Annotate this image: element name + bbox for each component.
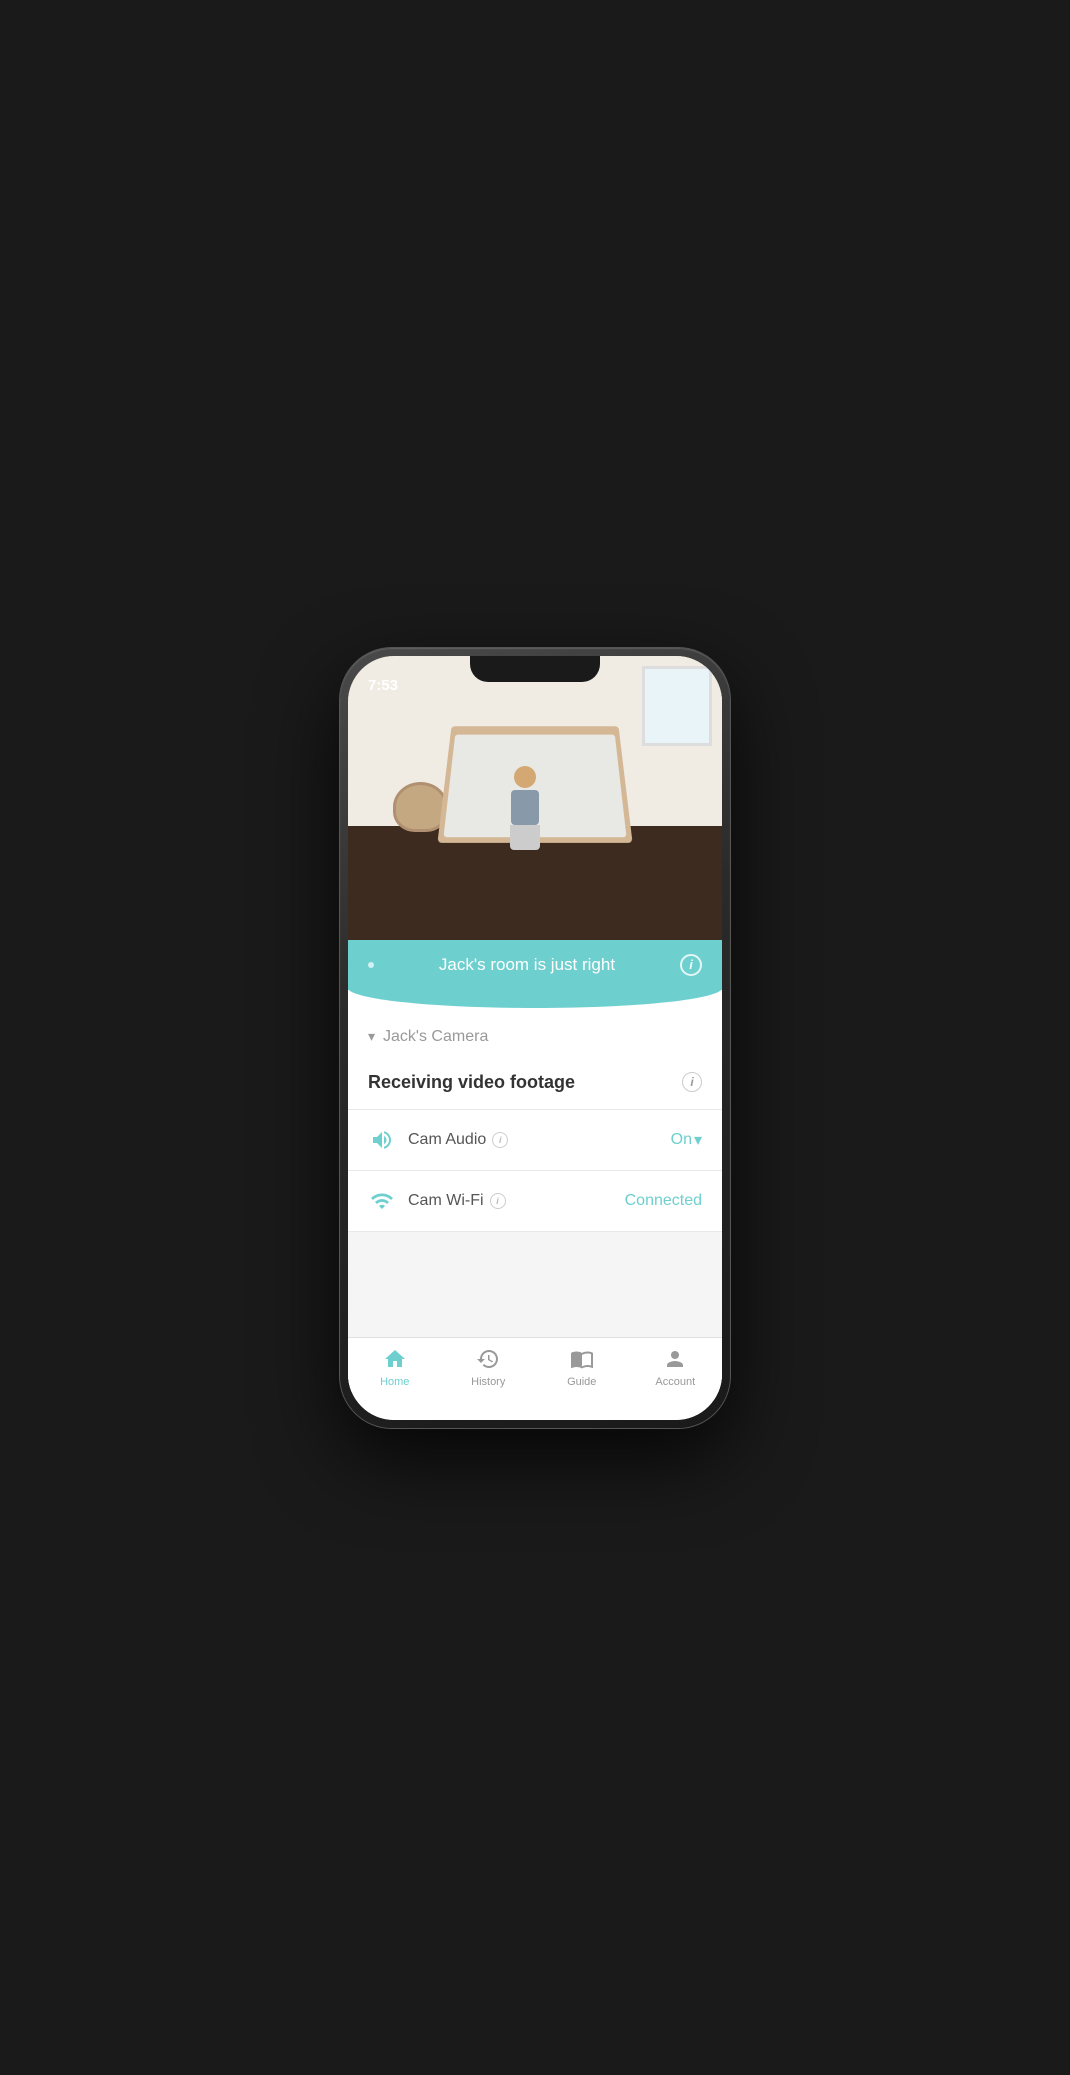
phone-frame: 7:53 bbox=[340, 648, 730, 1428]
cam-wifi-row[interactable]: Cam Wi-Fi i Connected bbox=[348, 1171, 722, 1232]
status-time: 7:53 bbox=[368, 677, 398, 694]
phone-screen: 7:53 bbox=[348, 656, 722, 1420]
guide-tab-label: Guide bbox=[567, 1376, 596, 1388]
camera-name-label: Jack's Camera bbox=[383, 1028, 488, 1046]
scene-child-legs bbox=[510, 825, 540, 850]
home-tab-label: Home bbox=[380, 1376, 409, 1388]
scene-child-body bbox=[511, 790, 539, 825]
scene-child-head bbox=[514, 766, 536, 788]
cam-wifi-value: Connected bbox=[625, 1192, 702, 1210]
tab-guide[interactable]: Guide bbox=[535, 1346, 629, 1388]
cam-audio-info-icon[interactable]: i bbox=[492, 1132, 508, 1148]
banner-status-text: Jack's room is just right bbox=[374, 955, 680, 975]
video-status-info-icon[interactable]: i bbox=[682, 1072, 702, 1092]
tab-history[interactable]: History bbox=[442, 1346, 536, 1388]
content-area: ▾ Jack's Camera Receiving video footage … bbox=[348, 1012, 722, 1392]
cam-wifi-label: Cam Wi-Fi i bbox=[408, 1192, 625, 1210]
history-icon bbox=[475, 1346, 501, 1372]
tab-account[interactable]: Account bbox=[629, 1346, 723, 1388]
cam-wifi-info-icon[interactable]: i bbox=[490, 1193, 506, 1209]
notch bbox=[470, 656, 600, 682]
history-tab-label: History bbox=[471, 1376, 505, 1388]
tab-bar: Home History Guide bbox=[348, 1337, 722, 1420]
wifi-icon bbox=[368, 1187, 396, 1215]
account-icon bbox=[662, 1346, 688, 1372]
home-icon bbox=[382, 1346, 408, 1372]
camera-section-header[interactable]: ▾ Jack's Camera bbox=[348, 1012, 722, 1056]
tab-home[interactable]: Home bbox=[348, 1346, 442, 1388]
banner-info-icon[interactable]: i bbox=[680, 954, 702, 976]
speaker-icon bbox=[368, 1126, 396, 1154]
cam-audio-row[interactable]: Cam Audio i On ▾ bbox=[348, 1110, 722, 1171]
cam-audio-value[interactable]: On ▾ bbox=[671, 1130, 702, 1150]
guide-icon bbox=[569, 1346, 595, 1372]
cam-audio-label: Cam Audio i bbox=[408, 1131, 671, 1149]
chevron-down-icon: ▾ bbox=[368, 1028, 375, 1045]
status-banner: Jack's room is just right i bbox=[348, 940, 722, 990]
video-status-text: Receiving video footage bbox=[368, 1072, 575, 1093]
video-status-row: Receiving video footage i bbox=[348, 1056, 722, 1110]
scene-child-figure bbox=[505, 766, 545, 846]
account-tab-label: Account bbox=[655, 1376, 695, 1388]
